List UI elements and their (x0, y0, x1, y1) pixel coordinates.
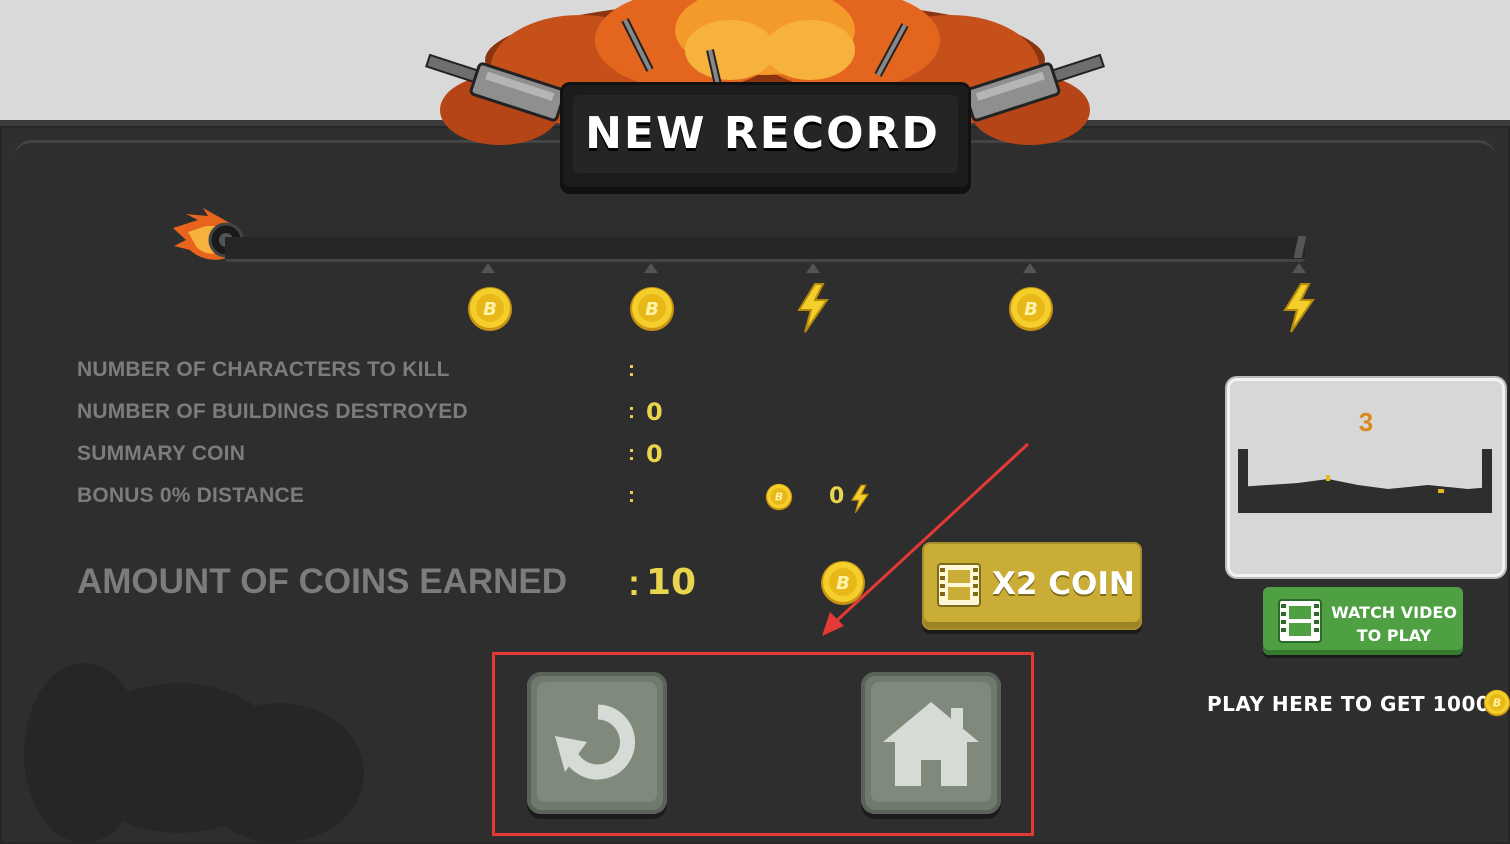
coin-icon: B (468, 287, 512, 331)
lightning-icon (1283, 283, 1315, 333)
stat-colon: : (628, 484, 635, 507)
preview-count: 3 (1358, 407, 1374, 437)
distance-progress-track (225, 237, 1305, 262)
svg-text:B: B (1493, 697, 1501, 710)
stat-colon: : (628, 358, 635, 381)
reward-marker (1292, 263, 1306, 273)
play-here-label[interactable]: PLAY HERE TO GET 1000 (1207, 692, 1490, 716)
svg-text:B: B (775, 491, 783, 504)
reward-marker (806, 263, 820, 273)
lightning-icon (797, 283, 829, 333)
svg-text:B: B (1024, 299, 1038, 320)
reward-marker (481, 263, 495, 273)
stat-colon: : (628, 442, 635, 465)
stat-label-characters: NUMBER OF CHARACTERS TO KILL (77, 358, 450, 381)
annotation-highlight-box (492, 652, 1034, 836)
watch-video-line1: WATCH VIDEO (1331, 603, 1457, 622)
stat-value-summary-coin: 0 (646, 440, 663, 468)
watch-video-button[interactable]: WATCH VIDEO TO PLAY (1263, 587, 1463, 655)
coins-earned-value: 10 (646, 562, 697, 603)
page-title: NEW RECORD (585, 108, 940, 159)
coin-icon: B (1483, 689, 1510, 717)
stat-label-bonus-distance: BONUS 0% DISTANCE (77, 484, 305, 507)
coins-earned-label: AMOUNT OF COINS EARNED (77, 562, 567, 601)
preview-scene (1238, 449, 1492, 513)
watch-video-label: WATCH VIDEO TO PLAY (1329, 601, 1459, 647)
reward-marker (644, 263, 658, 273)
reward-marker (1023, 263, 1037, 273)
coins-earned-colon: : (628, 562, 640, 603)
mini-game-preview[interactable]: 3 (1227, 378, 1505, 577)
film-icon (1278, 599, 1322, 643)
coin-icon: B (630, 287, 674, 331)
svg-text:B: B (483, 299, 497, 320)
stat-label-buildings: NUMBER OF BUILDINGS DESTROYED (77, 400, 468, 423)
coin-icon: B (1009, 287, 1053, 331)
watch-video-line2: TO PLAY (1356, 626, 1432, 645)
coin-icon: B (765, 483, 793, 511)
annotation-arrow (822, 442, 1030, 636)
stat-label-summary-coin: SUMMARY COIN (77, 442, 246, 465)
stat-colon: : (628, 400, 635, 423)
stat-value-buildings: 0 (646, 398, 663, 426)
svg-text:B: B (645, 299, 659, 320)
background-blob (194, 703, 364, 843)
